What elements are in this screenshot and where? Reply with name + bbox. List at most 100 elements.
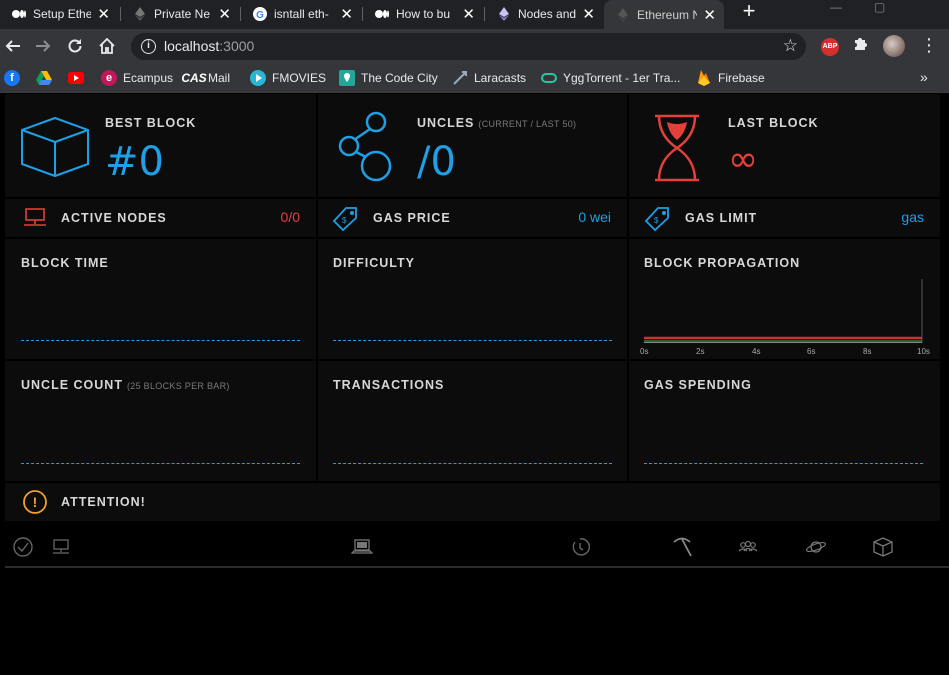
browser-menu-icon[interactable]: ⋮ [920,35,938,56]
close-icon[interactable]: ✕ [703,6,716,24]
close-icon[interactable]: ✕ [462,5,475,23]
bookmark-ecampus[interactable]: e Ecampus [101,70,173,86]
minimize-icon[interactable]: — [830,0,842,14]
svg-text:$: $ [342,216,347,225]
url-port: :3000 [219,38,255,54]
last-block-panel: LAST BLOCK ∞ [629,94,940,197]
info-icon[interactable]: i [141,39,156,54]
bookmark-firebase[interactable]: Firebase [696,70,765,86]
bookmark-label: FMOVIES [272,71,327,85]
server-icon [24,208,46,226]
close-icon[interactable]: ✕ [582,5,595,23]
ethereum-dark-icon [133,6,147,21]
peers-group-icon[interactable] [737,536,759,558]
tab-3[interactable]: G isntall eth- ✕ [241,0,361,27]
address-bar[interactable]: i localhost:3000 ☆ [131,33,806,60]
tab-title: Nodes and [518,6,577,21]
best-block-panel: BEST BLOCK #0 [5,94,316,197]
bookmark-label: The Code City [361,71,438,85]
clock-history-icon[interactable] [569,536,591,558]
tab-6-active[interactable]: Ethereum N ✕ [604,0,724,29]
close-icon[interactable]: ✕ [218,5,231,23]
uncle-count-title: UNCLE COUNT [21,378,123,392]
active-nodes-value: 0/0 [280,209,300,225]
bookmarks-bar: f e Ecampus CAS Mail FMOVIES The Code Ci… [0,63,949,93]
tab-1[interactable]: Setup Ethe ✕ [0,0,118,27]
google-drive-icon [36,70,52,86]
back-button[interactable] [2,35,24,57]
gas-spending-chart: GAS SPENDING [629,361,940,481]
bookmark-fmovies[interactable]: FMOVIES [250,70,326,86]
medium-icon [375,7,389,21]
maximize-icon[interactable]: ▢ [874,0,885,14]
svg-text:!: ! [33,494,38,510]
tab-4[interactable]: How to bu ✕ [363,0,483,27]
tab-title: Private Ne [154,6,211,21]
propagation-tick: 8s [863,347,872,356]
bookmark-facebook[interactable]: f [4,70,26,86]
transactions-chart: TRANSACTIONS [318,361,627,481]
gas-limit-panel: $ GAS LIMIT gas [629,199,940,237]
bookmark-label: Laracasts [474,71,527,85]
close-icon[interactable]: ✕ [97,5,110,23]
tab-title: Ethereum N [637,7,698,22]
propagation-tick: 0s [640,347,649,356]
ecampus-icon: e [101,70,117,86]
uncles-label: UNCLES (CURRENT / LAST 50) [417,116,576,130]
block-propagation-label: BLOCK PROPAGATION [644,256,801,270]
uncle-count-sublabel: (25 BLOCKS PER BAR) [126,381,230,391]
home-icon [99,37,115,54]
bookmark-youtube[interactable] [68,70,90,86]
bookmark-label: Firebase [718,71,765,85]
uncles-panel: UNCLES (CURRENT / LAST 50) /0 [318,94,627,197]
block-propagation-plot [644,279,923,343]
reload-button[interactable] [64,35,86,57]
more-bookmarks-icon[interactable]: » [920,69,928,85]
check-circle-icon[interactable] [12,536,34,558]
laptop-icon[interactable] [351,536,373,558]
attention-panel: ! ATTENTION! [5,483,940,521]
tab-2[interactable]: Private Ne ✕ [121,0,239,27]
pickaxe-icon[interactable] [671,536,693,558]
uncles-molecule-icon [338,111,392,182]
active-nodes-label: ACTIVE NODES [61,211,167,225]
block-time-label: BLOCK TIME [21,256,109,270]
close-icon[interactable]: ✕ [340,5,353,23]
tab-5[interactable]: Nodes and ✕ [485,0,603,27]
bookmark-mail[interactable]: CAS Mail [181,70,230,86]
tab-title: How to bu [396,6,451,21]
forward-button[interactable] [32,35,54,57]
home-button[interactable] [96,35,118,57]
node-server-icon[interactable] [51,536,73,558]
uncles-title: UNCLES [417,116,475,130]
propagation-tick: 4s [752,347,761,356]
profile-avatar[interactable] [883,35,905,57]
tab-title: isntall eth- [274,6,329,21]
bookmark-yggtorrent[interactable]: YggTorrent - 1er Tra... [541,70,680,86]
bookmark-google-drive[interactable] [36,70,58,86]
gas-price-panel: $ GAS PRICE 0 wei [318,199,627,237]
svg-text:G: G [256,10,264,21]
transactions-label: TRANSACTIONS [333,378,445,392]
adblock-plus-icon[interactable]: ABP [821,38,839,56]
extensions-puzzle-icon[interactable] [852,36,868,57]
url-text: localhost:3000 [164,38,254,54]
cube-icon [21,116,89,178]
bookmark-laracasts[interactable]: Laracasts [452,70,526,86]
arrow-right-icon [36,40,51,52]
cas-icon: CAS [181,71,207,85]
reload-icon [68,39,82,53]
laracasts-icon [452,70,468,86]
bookmark-label: YggTorrent - 1er Tra... [563,71,681,85]
planet-icon[interactable] [805,536,827,558]
price-tag-icon: $ [332,207,357,232]
propagation-tick: 2s [696,347,705,356]
difficulty-baseline [333,340,612,341]
bookmark-the-code-city[interactable]: The Code City [339,70,438,86]
uncle-count-chart: UNCLE COUNT (25 BLOCKS PER BAR) [5,361,316,481]
netstats-dashboard: BEST BLOCK #0 UNCLES (CURRENT / LAST 50) … [0,94,949,675]
block-cube-icon[interactable] [872,536,894,558]
new-tab-button[interactable]: + [738,0,760,24]
block-time-baseline [21,340,300,341]
bookmark-star-icon[interactable]: ☆ [783,36,798,56]
